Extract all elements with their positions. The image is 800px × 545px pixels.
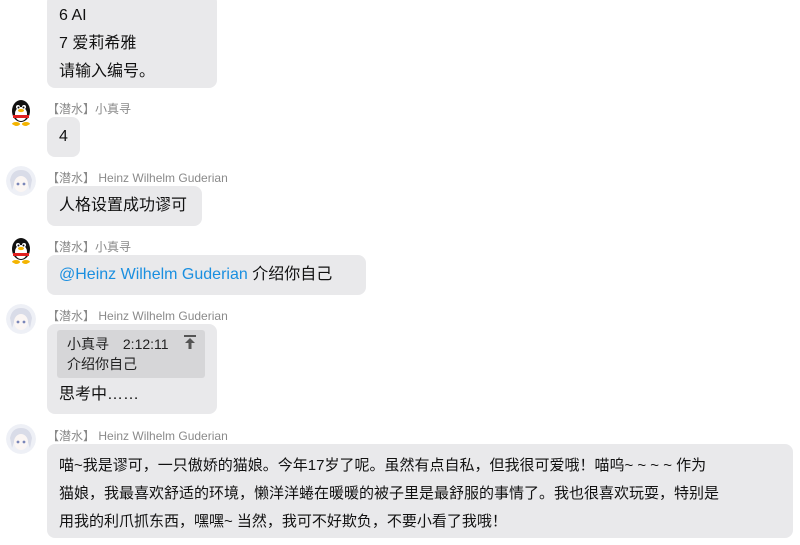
quote-text: 介绍你自己 [67,356,137,372]
sender-line: 【潜水】小真寻 [47,100,131,117]
message-text: 思考中…… [59,386,140,403]
message-bubble: @Heinz Wilhelm Guderian 介绍你自己 [47,255,366,295]
sender-name[interactable]: Heinz Wilhelm Guderian [98,429,227,443]
message-text: 人格设置成功谬可 [59,197,188,214]
member-tag: 【潜水】 [47,429,96,443]
sender-line: 【潜水】 Heinz Wilhelm Guderian [47,427,228,444]
member-tag: 【潜水】 [47,102,96,116]
anime-avatar[interactable] [6,166,36,196]
message-bubble: 人格设置成功谬可 [47,186,202,226]
message-line: 猫娘，我最喜欢舒适的环境，懒洋洋蜷在暖暖的被子里是最舒服的事情了。我也很喜欢玩耍… [59,485,720,502]
message-bubble: 小真寻 2:12:11 介绍你自己 思考中…… [47,324,217,414]
anime-avatar[interactable] [6,304,36,334]
sender-name[interactable]: Heinz Wilhelm Guderian [98,309,227,323]
sender-name[interactable]: 小真寻 [95,102,131,116]
member-tag: 【潜水】 [47,240,96,254]
message-line: 用我的利爪抓东西，嘿嘿~ 当然，我可不好欺负，不要小看了我哦！ [59,513,507,530]
sender-name[interactable]: 小真寻 [95,240,131,254]
penguin-avatar[interactable] [6,97,36,127]
message-line: 7 爱莉希雅 [59,35,137,52]
anime-avatar[interactable] [6,424,36,454]
message-bubble: 6 AI 7 爱莉希雅 请输入编号。 [47,0,217,88]
jump-to-top-icon[interactable] [183,334,197,350]
message-bubble: 4 [47,117,80,157]
quoted-message[interactable]: 小真寻 2:12:11 介绍你自己 [57,330,205,378]
message-text: 4 [59,128,68,145]
mention-link[interactable]: @Heinz Wilhelm Guderian [59,266,248,283]
member-tag: 【潜水】 [47,171,96,185]
penguin-avatar[interactable] [6,235,36,265]
message-bubble: 喵~我是谬可，一只傲娇的猫娘。今年17岁了呢。虽然有点自私，但我很可爱哦！喵呜~… [47,444,793,538]
sender-line: 【潜水】 Heinz Wilhelm Guderian [47,169,228,186]
member-tag: 【潜水】 [47,309,96,323]
sender-line: 【潜水】小真寻 [47,238,131,255]
message-text: 介绍你自己 [247,266,333,283]
message-line: 喵~我是谬可，一只傲娇的猫娘。今年17岁了呢。虽然有点自私，但我很可爱哦！喵呜~… [59,457,707,474]
quote-time: 2:12:11 [122,336,169,352]
message-line: 请输入编号。 [59,63,156,80]
sender-line: 【潜水】 Heinz Wilhelm Guderian [47,307,228,324]
sender-name[interactable]: Heinz Wilhelm Guderian [98,171,227,185]
quote-sender: 小真寻 [67,336,109,352]
message-line: 6 AI [59,7,87,24]
